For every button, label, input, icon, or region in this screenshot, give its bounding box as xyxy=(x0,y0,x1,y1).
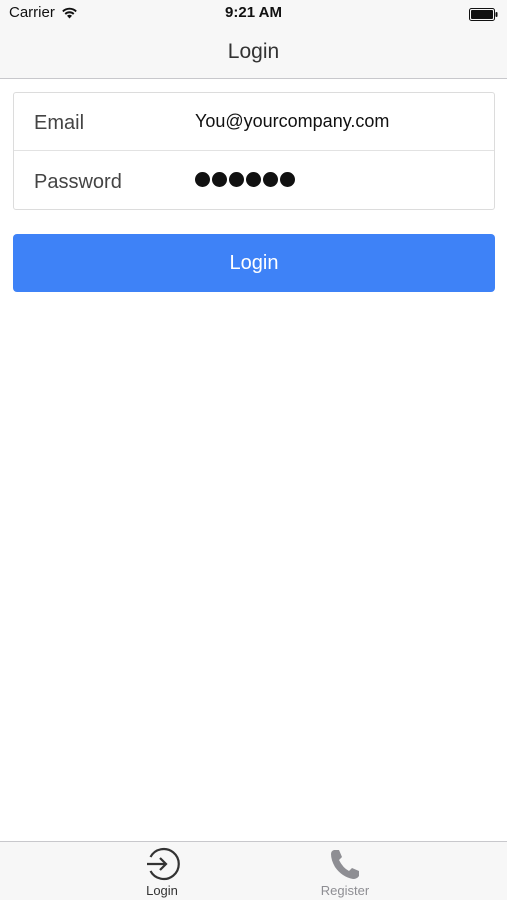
password-dot xyxy=(195,172,210,187)
password-field[interactable] xyxy=(195,172,295,187)
email-label: Email xyxy=(34,112,85,134)
password-dot xyxy=(263,172,278,187)
login-button[interactable]: Login xyxy=(13,234,495,292)
navigation-bar: Login xyxy=(0,30,507,79)
tab-login-label: Login xyxy=(146,883,178,898)
page-title: Login xyxy=(227,40,280,63)
tab-register-label: Register xyxy=(320,883,370,898)
login-form: Email You@yourcompany.com Password xyxy=(13,92,495,210)
login-arrow-icon xyxy=(147,847,180,881)
status-bar: Carrier 9:21 AM xyxy=(0,0,507,30)
password-dot xyxy=(246,172,261,187)
tab-bar: Login Register xyxy=(0,841,507,900)
tab-login[interactable]: Login xyxy=(102,842,222,900)
status-time: 9:21 AM xyxy=(225,4,282,21)
phone-icon xyxy=(331,850,359,879)
password-dot xyxy=(280,172,295,187)
battery-icon xyxy=(469,8,498,21)
password-label: Password xyxy=(34,171,122,193)
email-field[interactable]: You@yourcompany.com xyxy=(195,111,389,132)
password-dot xyxy=(212,172,227,187)
password-dot xyxy=(229,172,244,187)
tab-register[interactable]: Register xyxy=(285,842,405,900)
email-row[interactable]: Email You@yourcompany.com xyxy=(14,93,494,151)
password-row[interactable]: Password xyxy=(14,152,494,210)
